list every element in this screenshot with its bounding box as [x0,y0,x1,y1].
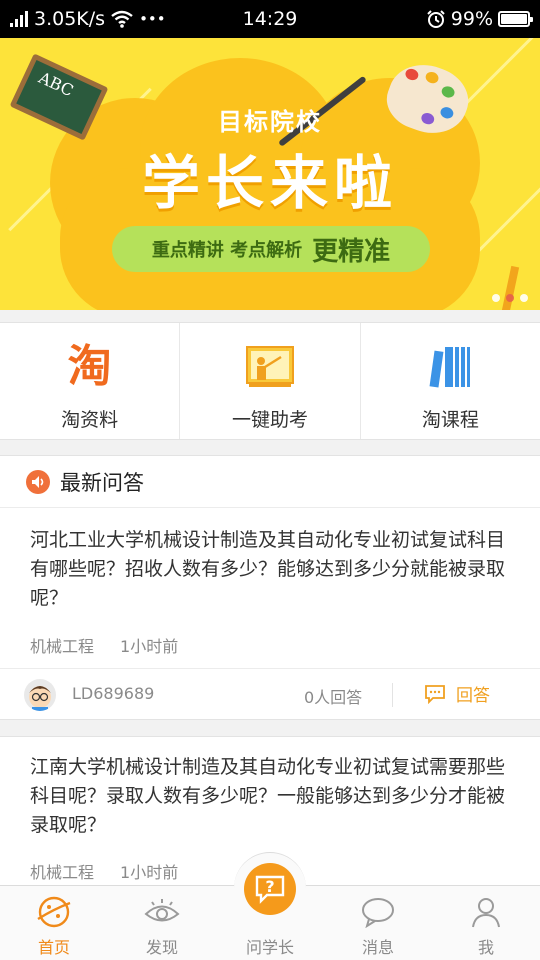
answer-count: 0人回答 [304,688,363,707]
category-tag[interactable]: 机械工程 [30,633,94,657]
tab-home[interactable]: 首页 [0,886,108,960]
carousel-indicator[interactable] [492,294,528,302]
quick-item-courses[interactable]: 淘课程 [361,323,540,439]
banner-subtitle: 目标院校 [218,108,322,136]
speaker-icon [26,469,50,494]
svg-text:?: ? [265,877,274,896]
quick-item-exam-help[interactable]: 一键助考 [180,323,361,439]
bottom-tabbar: 首页 发现 ? 问学长 消息 我 [0,852,540,960]
avatar[interactable] [24,679,56,711]
post-time: 1小时前 [120,863,179,882]
promo-banner[interactable]: ABC 目标院校 学长来啦 重点精讲 考点解析 更精准 [0,38,540,310]
battery-percent: 99% [450,8,493,30]
post-time: 1小时前 [120,637,179,656]
latest-qa-card: 最新问答 河北工业大学机械设计制造及其自动化专业初试复试科目有哪些呢？招收人数有… [0,455,540,720]
category-tag[interactable]: 机械工程 [30,859,94,883]
pencil-icon [498,265,520,310]
question-meta: 机械工程 1小时前 [30,633,178,657]
section-title: 最新问答 [60,470,144,495]
quick-entry-bar: 淘 淘资料 一键助考 淘课程 [0,322,540,440]
comment-icon [425,684,445,704]
question-bubble-icon: ? [244,862,296,915]
question-text[interactable]: 河北工业大学机械设计制造及其自动化专业初试复试科目有哪些呢？招收人数有多少？能够… [30,526,510,613]
question-text[interactable]: 江南大学机械设计制造及其自动化专业初试复试需要那些科目呢？录取人数有多少呢？一般… [30,753,510,840]
books-icon [424,343,476,391]
username[interactable]: LD689689 [72,684,154,703]
banner-title: 学长来啦 [141,149,398,217]
quick-item-materials[interactable]: 淘 淘资料 [0,323,181,439]
section-header: 最新问答 [0,456,540,508]
status-bar: 3.05K/s ••• 14:29 99% [0,0,540,38]
tab-me[interactable]: 我 [432,886,540,960]
battery-icon [498,11,533,27]
home-planet-icon [35,894,73,930]
banner-tagline: 重点精讲 考点解析 更精准 [112,226,430,272]
alarm-icon [427,10,445,28]
tab-discover[interactable]: 发现 [108,886,216,960]
question-footer: LD689689 0人回答 回答 [0,668,540,720]
eye-icon [143,894,181,930]
question-meta: 机械工程 1小时前 [30,859,178,883]
taobao-char-icon: 淘 [67,341,112,392]
tab-ask-senior[interactable]: ? 问学长 [216,852,324,960]
chat-bubble-icon [359,894,397,930]
answer-button[interactable]: 回答 [424,681,490,706]
tab-messages[interactable]: 消息 [324,886,432,960]
teacher-board-icon [244,343,296,391]
person-icon [467,894,505,930]
